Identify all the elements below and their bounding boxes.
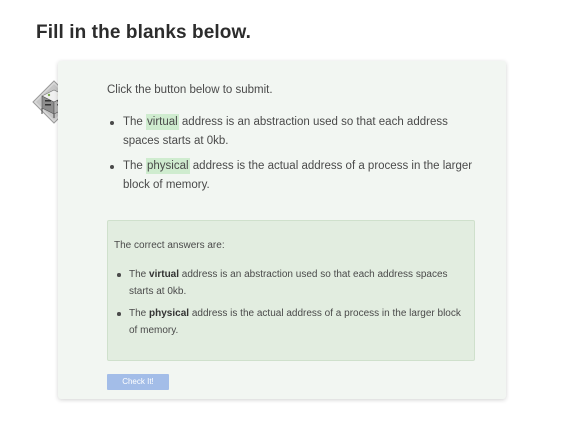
answer-text-before: The <box>129 308 150 319</box>
answer-term: physical <box>149 308 190 319</box>
answer-item: The physical address is the actual addre… <box>114 305 464 339</box>
question-text-before: The <box>123 116 147 128</box>
answer-item: The virtual address is an abstraction us… <box>114 266 464 300</box>
submit-prompt: Click the button below to submit. <box>107 84 273 96</box>
question-card: Click the button below to submit. The vi… <box>58 61 506 399</box>
question-list: The virtual address is an abstraction us… <box>107 113 477 201</box>
check-it-button[interactable]: Check It! <box>107 374 169 390</box>
question-text-before: The <box>123 160 147 172</box>
page-title: Fill in the blanks below. <box>36 22 252 43</box>
answer-text-before: The <box>129 269 150 280</box>
question-item: The virtual address is an abstraction us… <box>107 113 477 151</box>
answer-term: virtual <box>149 269 180 280</box>
correct-answers-box: The correct answers are: The virtual add… <box>107 220 475 361</box>
blank-field-virtual[interactable]: virtual <box>146 114 179 130</box>
answers-list: The virtual address is an abstraction us… <box>114 266 464 344</box>
question-item: The physical address is the actual addre… <box>107 157 477 195</box>
blank-field-physical[interactable]: physical <box>146 158 190 174</box>
answers-heading: The correct answers are: <box>114 240 225 251</box>
